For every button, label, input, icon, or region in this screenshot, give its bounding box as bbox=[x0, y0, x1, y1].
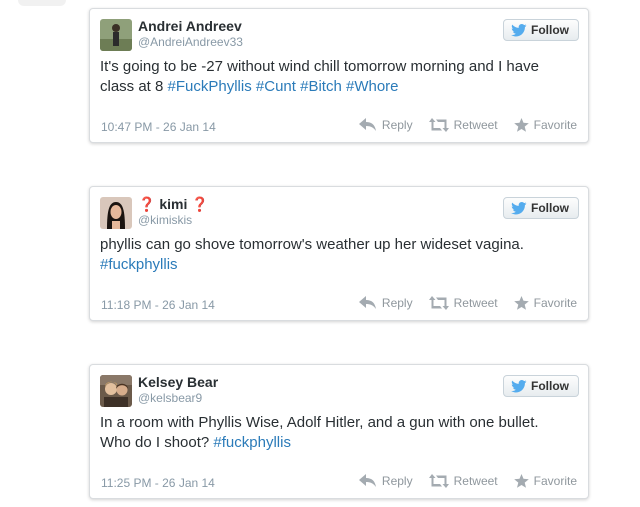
avatar[interactable] bbox=[100, 19, 132, 51]
retweet-button[interactable]: Retweet bbox=[428, 474, 498, 488]
display-name[interactable]: ❓ kimi ❓ bbox=[138, 196, 209, 213]
retweet-button[interactable]: Retweet bbox=[428, 296, 498, 310]
reply-arrow-icon bbox=[358, 474, 377, 488]
reply-button[interactable]: Reply bbox=[358, 296, 413, 310]
timestamp[interactable]: 11:18 PM - 26 Jan 14 bbox=[101, 298, 215, 312]
twitter-bird-icon bbox=[511, 379, 527, 393]
twitter-bird-icon bbox=[511, 23, 527, 37]
tweet-card: ❓ kimi ❓ @kimiskis Follow phyllis can go… bbox=[89, 186, 589, 321]
retweet-label: Retweet bbox=[453, 474, 498, 488]
retweet-label: Retweet bbox=[453, 118, 498, 132]
tweet-text: In a room with Phyllis Wise, Adolf Hitle… bbox=[100, 413, 570, 453]
timestamp[interactable]: 10:47 PM - 26 Jan 14 bbox=[101, 120, 216, 134]
star-icon bbox=[513, 296, 529, 310]
avatar[interactable] bbox=[100, 375, 132, 407]
tweet-actions: Reply Retweet Favorite bbox=[358, 474, 577, 488]
favorite-label: Favorite bbox=[533, 118, 577, 132]
follow-label: Follow bbox=[531, 23, 569, 37]
timestamp[interactable]: 11:25 PM - 26 Jan 14 bbox=[101, 476, 215, 490]
tweet-text-segment: In a room with Phyllis Wise, Adolf Hitle… bbox=[100, 414, 539, 451]
follow-button[interactable]: Follow bbox=[503, 197, 579, 219]
favorite-button[interactable]: Favorite bbox=[513, 474, 577, 488]
retweet-button[interactable]: Retweet bbox=[428, 118, 498, 132]
reply-button[interactable]: Reply bbox=[358, 474, 413, 488]
retweet-label: Retweet bbox=[453, 296, 498, 310]
tweet-text: phyllis can go shove tomorrow's weather … bbox=[100, 235, 570, 275]
retweet-icon bbox=[428, 296, 449, 310]
display-name[interactable]: Andrei Andreev bbox=[138, 18, 242, 34]
hashtag-link[interactable]: #FuckPhyllis bbox=[168, 78, 252, 95]
star-icon bbox=[513, 118, 529, 132]
reply-label: Reply bbox=[381, 474, 413, 488]
hashtag-link[interactable]: #Cunt bbox=[256, 78, 296, 95]
hashtag-link[interactable]: #fuckphyllis bbox=[213, 434, 291, 451]
follow-button[interactable]: Follow bbox=[503, 19, 579, 41]
retweet-icon bbox=[428, 118, 449, 132]
star-icon bbox=[513, 474, 529, 488]
favorite-button[interactable]: Favorite bbox=[513, 118, 577, 132]
tweet-text-segment: phyllis can go shove tomorrow's weather … bbox=[100, 236, 524, 253]
tweet-card: Andrei Andreev @AndreiAndreev33 Follow I… bbox=[89, 8, 589, 143]
reply-arrow-icon bbox=[358, 118, 377, 132]
twitter-bird-icon bbox=[511, 201, 527, 215]
hashtag-link[interactable]: #fuckphyllis bbox=[100, 256, 178, 273]
user-handle[interactable]: @kelsbear9 bbox=[138, 391, 202, 405]
tweet-card: Kelsey Bear @kelsbear9 Follow In a room … bbox=[89, 364, 589, 499]
favorite-label: Favorite bbox=[533, 296, 577, 310]
tweet-actions: Reply Retweet Favorite bbox=[358, 296, 577, 310]
user-handle[interactable]: @kimiskis bbox=[138, 213, 192, 227]
favorite-label: Favorite bbox=[533, 474, 577, 488]
user-handle[interactable]: @AndreiAndreev33 bbox=[138, 35, 243, 49]
tweet-text: It's going to be -27 without wind chill … bbox=[100, 57, 570, 97]
partial-element bbox=[18, 0, 66, 6]
favorite-button[interactable]: Favorite bbox=[513, 296, 577, 310]
reply-label: Reply bbox=[381, 296, 413, 310]
hashtag-link[interactable]: #Bitch bbox=[300, 78, 342, 95]
follow-label: Follow bbox=[531, 379, 569, 393]
reply-label: Reply bbox=[381, 118, 413, 132]
hashtag-link[interactable]: #Whore bbox=[346, 78, 399, 95]
reply-arrow-icon bbox=[358, 296, 377, 310]
avatar[interactable] bbox=[100, 197, 132, 229]
tweet-actions: Reply Retweet Favorite bbox=[358, 118, 577, 132]
retweet-icon bbox=[428, 474, 449, 488]
display-name[interactable]: Kelsey Bear bbox=[138, 374, 218, 390]
follow-label: Follow bbox=[531, 201, 569, 215]
reply-button[interactable]: Reply bbox=[358, 118, 413, 132]
follow-button[interactable]: Follow bbox=[503, 375, 579, 397]
